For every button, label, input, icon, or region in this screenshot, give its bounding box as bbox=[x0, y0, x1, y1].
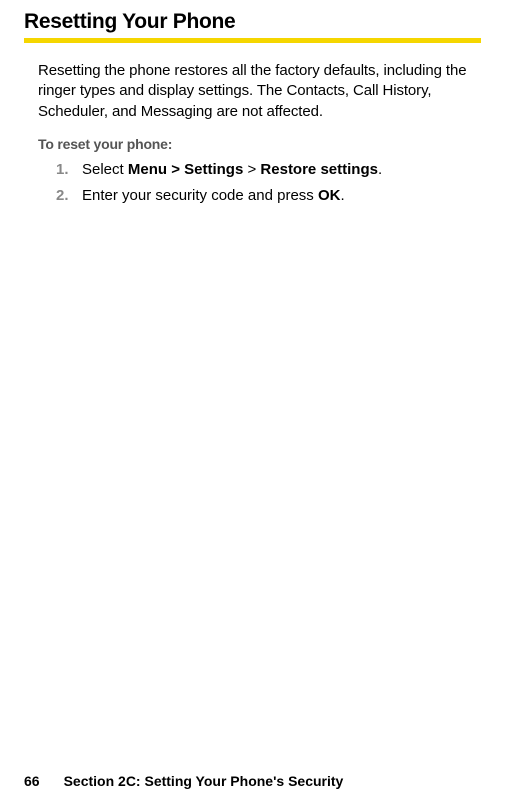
menu-path: Menu > bbox=[128, 161, 184, 178]
step-text: Enter your security code and press OK. bbox=[82, 186, 481, 206]
section-label: Section 2C: Setting Your Phone's Securit… bbox=[64, 773, 344, 789]
button-label: OK bbox=[318, 187, 341, 204]
menu-path: Restore settings bbox=[260, 161, 378, 178]
text: Enter your security code and press bbox=[82, 187, 318, 204]
step-number: 1. bbox=[56, 160, 82, 180]
text: . bbox=[378, 161, 382, 178]
step-1: 1. Select Menu > Settings > Restore sett… bbox=[56, 160, 481, 180]
step-text: Select Menu > Settings > Restore setting… bbox=[82, 160, 481, 180]
page-heading: Resetting Your Phone bbox=[24, 10, 481, 34]
page-number: 66 bbox=[24, 773, 40, 789]
subheading: To reset your phone: bbox=[38, 136, 481, 152]
text: Select bbox=[82, 161, 128, 178]
text: > bbox=[243, 161, 260, 178]
step-2: 2. Enter your security code and press OK… bbox=[56, 186, 481, 206]
intro-paragraph: Resetting the phone restores all the fac… bbox=[38, 61, 479, 122]
text: . bbox=[340, 187, 344, 204]
step-number: 2. bbox=[56, 186, 82, 206]
heading-underline bbox=[24, 38, 481, 43]
page-footer: 66 Section 2C: Setting Your Phone's Secur… bbox=[24, 773, 343, 789]
menu-path: Settings bbox=[184, 161, 243, 178]
